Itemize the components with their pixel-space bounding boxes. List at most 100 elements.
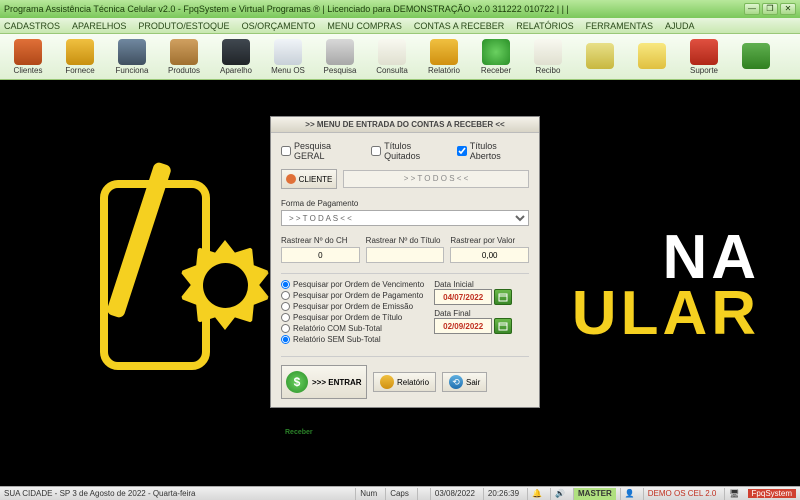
produtos-icon xyxy=(170,39,198,65)
suporte-icon xyxy=(690,39,718,65)
exit-icon: ⟲ xyxy=(449,375,463,389)
aparelho-icon xyxy=(222,39,250,65)
menu-relatrios[interactable]: RELATÓRIOS xyxy=(516,21,573,31)
tool-funciona[interactable]: Funciona xyxy=(110,39,154,75)
tool-label: Receber xyxy=(481,66,511,75)
menu-os-icon xyxy=(274,39,302,65)
minimize-button[interactable]: — xyxy=(744,3,760,15)
person-icon xyxy=(286,174,296,184)
entrar-button[interactable]: $ >>> ENTRAR xyxy=(281,365,367,399)
relatorio-button[interactable]: Relatório xyxy=(373,372,436,392)
cliente-button[interactable]: CLIENTE xyxy=(281,169,337,189)
status-fpq: FpqSystem xyxy=(748,489,796,498)
check-pesquisa-geral[interactable]: Pesquisa GERAL xyxy=(281,141,363,161)
menu-cadastros[interactable]: CADASTROS xyxy=(4,21,60,31)
tool-calc[interactable] xyxy=(630,43,674,70)
logo-line1: NA xyxy=(572,230,760,286)
menu-ajuda[interactable]: AJUDA xyxy=(665,21,695,31)
audio-icon[interactable]: 🔊 xyxy=(550,488,569,500)
tool-fornec[interactable]: Fornece xyxy=(58,39,102,75)
recibo-icon xyxy=(534,39,562,65)
rastrear-valor-label: Rastrear por Valor xyxy=(450,236,529,245)
rastrear-ch-input[interactable] xyxy=(281,247,360,263)
relatorio-icon xyxy=(430,39,458,65)
tool-produtos[interactable]: Produtos xyxy=(162,39,206,75)
entrar-sub-label: Receber xyxy=(285,429,313,436)
tool-label: Produtos xyxy=(168,66,200,75)
statusbar: SUA CIDADE - SP 3 de Agosto de 2022 - Qu… xyxy=(0,486,800,500)
radio-ordem-titulo[interactable]: Pesquisar por Ordem de Título xyxy=(281,313,424,322)
window-title: Programa Assistência Técnica Celular v2.… xyxy=(4,4,744,14)
tool-label: Pesquisa xyxy=(324,66,357,75)
check-titulos-quitados[interactable]: Títulos Quitados xyxy=(371,141,449,161)
check-titulos-abertos[interactable]: Títulos Abertos xyxy=(457,141,529,161)
data-final-label: Data Final xyxy=(434,309,512,318)
data-inicial-picker-button[interactable] xyxy=(494,289,512,305)
forma-pagamento-label: Forma de Pagamento xyxy=(281,199,529,208)
bell-icon[interactable]: 🔔 xyxy=(527,488,546,500)
tool-label: Aparelho xyxy=(220,66,252,75)
rastrear-titulo-label: Rastrear Nº do Título xyxy=(366,236,445,245)
window-buttons: — ❐ ✕ xyxy=(744,3,796,15)
radio-sem-subtotal[interactable]: Relatório SEM Sub-Total xyxy=(281,335,424,344)
menu-aparelhos[interactable]: APARELHOS xyxy=(72,21,126,31)
menu-ferramentas[interactable]: FERRAMENTAS xyxy=(586,21,653,31)
tool-label: Suporte xyxy=(690,66,718,75)
rastrear-valor-input[interactable] xyxy=(450,247,529,263)
receber-icon xyxy=(482,39,510,65)
report-icon xyxy=(380,375,394,389)
status-master: MASTER xyxy=(573,488,616,500)
logo-text: NA ULAR xyxy=(572,230,760,342)
sair-button[interactable]: ⟲Sair xyxy=(442,372,487,392)
tool-suporte[interactable]: Suporte xyxy=(682,39,726,75)
menu-osoramento[interactable]: OS/ORÇAMENTO xyxy=(242,21,316,31)
pesquisa-icon xyxy=(326,39,354,65)
close-button[interactable]: ✕ xyxy=(780,3,796,15)
tool-clientes[interactable]: Clientes xyxy=(6,39,50,75)
forma-pagamento-select[interactable]: > > T O D A S < < xyxy=(281,210,529,226)
data-inicial-input[interactable] xyxy=(434,289,492,305)
menu-contasareceber[interactable]: CONTAS A RECEBER xyxy=(414,21,504,31)
tool-pesquisa[interactable]: Pesquisa xyxy=(318,39,362,75)
status-time: 20:26:39 xyxy=(483,488,523,500)
fornec-icon xyxy=(66,39,94,65)
tool-consulta[interactable]: Consulta xyxy=(370,39,414,75)
tool-search[interactable] xyxy=(578,43,622,70)
tool-label: Funciona xyxy=(116,66,149,75)
status-date: 03/08/2022 xyxy=(430,488,479,500)
radio-ordem-emissao[interactable]: Pesquisar por Ordem de Emissão xyxy=(281,302,424,311)
data-final-picker-button[interactable] xyxy=(494,318,512,334)
maximize-button[interactable]: ❐ xyxy=(762,3,778,15)
rastrear-titulo-input[interactable] xyxy=(366,247,445,263)
data-final-input[interactable] xyxy=(434,318,492,334)
menu-produtoestoque[interactable]: PRODUTO/ESTOQUE xyxy=(138,21,229,31)
menu-menucompras[interactable]: MENU COMPRAS xyxy=(327,21,402,31)
tool-recibo[interactable]: Recibo xyxy=(526,39,570,75)
titlebar: Programa Assistência Técnica Celular v2.… xyxy=(0,0,800,18)
rastrear-ch-label: Rastrear Nº do CH xyxy=(281,236,360,245)
tool-export[interactable] xyxy=(734,43,778,70)
tool-aparelho[interactable]: Aparelho xyxy=(214,39,258,75)
clientes-icon xyxy=(14,39,42,65)
person-icon: 👤 xyxy=(620,488,639,500)
dollar-icon: $ xyxy=(286,371,308,393)
funciona-icon xyxy=(118,39,146,65)
export-icon xyxy=(742,43,770,69)
monitor-icon: 🖥 xyxy=(724,488,743,500)
data-inicial-label: Data Inicial xyxy=(434,280,512,289)
toolbar: Clientes Fornece Funciona Produtos Aparelho M… xyxy=(0,34,800,80)
tool-menu-os[interactable]: Menu OS xyxy=(266,39,310,75)
tool-relatorio[interactable]: Relatório xyxy=(422,39,466,75)
contas-receber-dialog: >> MENU DE ENTRADA DO CONTAS A RECEBER <… xyxy=(270,116,540,408)
tool-receber[interactable]: Receber xyxy=(474,39,518,75)
tool-label: Fornece xyxy=(65,66,94,75)
content-area: NA ULAR >> MENU DE ENTRADA DO CONTAS A R… xyxy=(0,80,800,486)
radio-ordem-vencimento[interactable]: Pesquisar por Ordem de Vencimento xyxy=(281,280,424,289)
radio-com-subtotal[interactable]: Relatório COM Sub-Total xyxy=(281,324,424,333)
radio-ordem-pagamento[interactable]: Pesquisar por Ordem de Pagamento xyxy=(281,291,424,300)
logo-line2: ULAR xyxy=(572,286,760,342)
cliente-display: > > T O D O S < < xyxy=(343,170,529,188)
tool-label: Recibo xyxy=(536,66,561,75)
dialog-title: >> MENU DE ENTRADA DO CONTAS A RECEBER <… xyxy=(271,117,539,133)
status-num: Num xyxy=(355,488,381,500)
